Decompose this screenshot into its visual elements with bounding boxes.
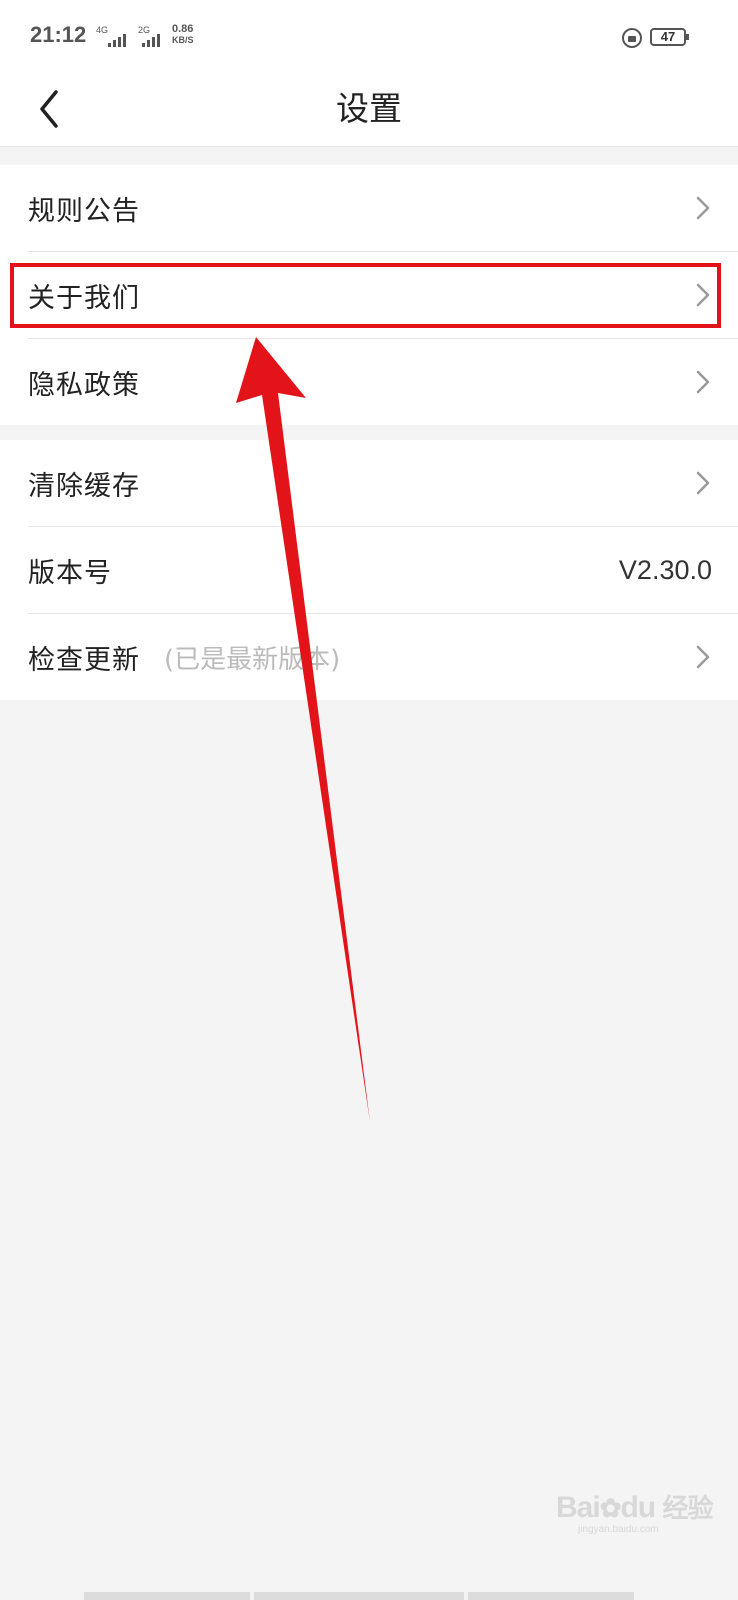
settings-item-label: 清除缓存 <box>28 470 140 502</box>
watermark-brand-2: du <box>620 1491 656 1524</box>
sim1-network-label: 4G <box>96 25 109 35</box>
battery-icon: 47 <box>650 28 689 46</box>
settings-item-label: 检查更新 <box>28 644 140 676</box>
watermark-url: jingyan.baidu.com <box>578 1524 659 1535</box>
sim2-signal-icon <box>142 34 160 47</box>
settings-item-label: 规则公告 <box>28 195 140 227</box>
page-title: 设置 <box>336 89 402 128</box>
sim1-signal-icon <box>108 34 126 47</box>
settings-group-1: 规则公告 关于我们 隐私政策 <box>0 165 738 425</box>
status-bar: 21:12 4G 2G 0.86 KB/S 47 <box>0 0 738 72</box>
settings-item-rules[interactable]: 规则公告 <box>0 165 738 251</box>
chevron-right-icon <box>696 283 710 307</box>
baidu-jingyan-watermark: Bai✿du 经验 <box>556 1488 714 1525</box>
bottom-strip <box>84 1592 634 1600</box>
network-speed-value: 0.86 <box>172 23 194 35</box>
settings-item-check-update[interactable]: 检查更新 (已是最新版本) <box>0 614 738 700</box>
update-status-hint: (已是最新版本) <box>164 644 341 675</box>
settings-item-about-us[interactable]: 关于我们 <box>0 252 738 338</box>
nav-bar: 设置 <box>0 72 738 147</box>
chevron-right-icon <box>696 645 710 669</box>
chevron-right-icon <box>696 471 710 495</box>
paw-icon: ✿ <box>599 1493 622 1523</box>
status-time: 21:12 <box>30 22 87 47</box>
rotation-lock-icon <box>622 28 642 48</box>
watermark-suffix: 经验 <box>662 1493 713 1523</box>
settings-item-version: 版本号 V2.30.0 <box>0 527 738 613</box>
version-value: V2.30.0 <box>618 554 712 585</box>
network-speed: 0.86 KB/S <box>172 24 194 46</box>
chevron-right-icon <box>696 196 710 220</box>
watermark-brand: Bai <box>556 1491 601 1524</box>
settings-item-label: 隐私政策 <box>28 369 140 401</box>
settings-item-clear-cache[interactable]: 清除缓存 <box>0 440 738 526</box>
settings-item-privacy-policy[interactable]: 隐私政策 <box>0 339 738 425</box>
settings-group-2: 清除缓存 版本号 V2.30.0 检查更新 (已是最新版本) <box>0 440 738 700</box>
network-speed-unit: KB/S <box>172 35 194 45</box>
chevron-right-icon <box>696 370 710 394</box>
settings-item-label: 版本号 <box>28 557 112 589</box>
settings-item-label: 关于我们 <box>28 282 140 314</box>
